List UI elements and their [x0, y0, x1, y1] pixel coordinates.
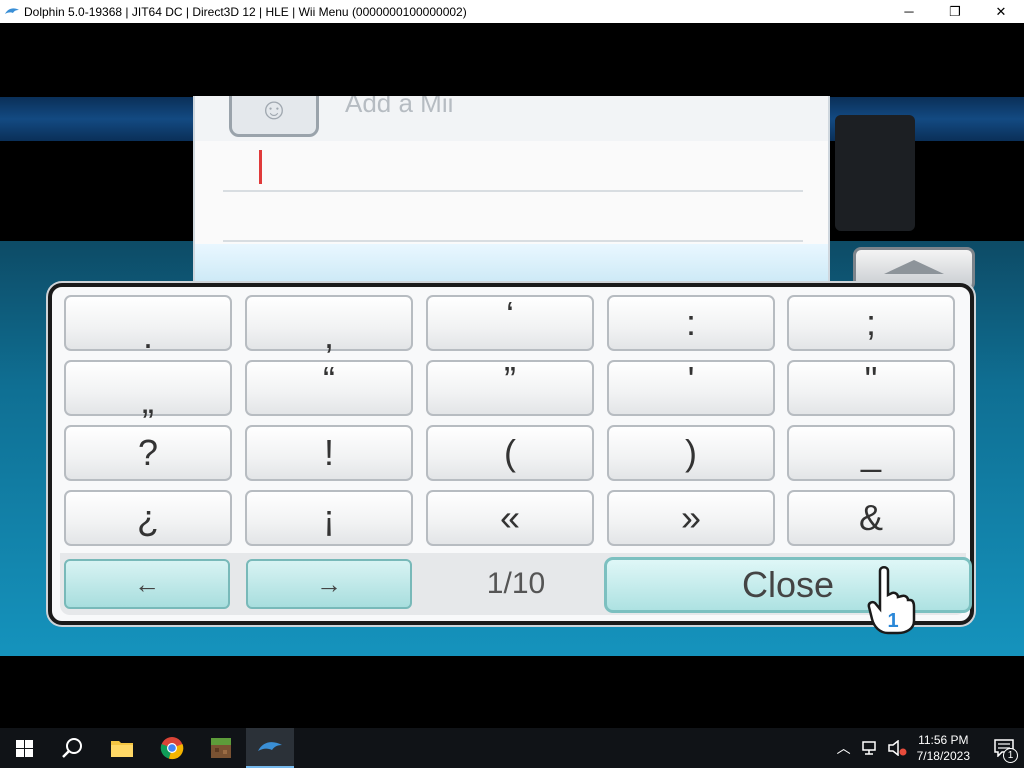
taskbar-file-explorer[interactable] — [98, 728, 146, 768]
text-cursor — [259, 150, 262, 184]
key-label: ; — [865, 302, 876, 343]
dolphin-icon — [258, 742, 282, 751]
key-label: : — [685, 302, 696, 343]
key-label: ¿ — [137, 497, 159, 538]
key[interactable]: ( — [426, 425, 594, 481]
key[interactable]: ¡ — [245, 490, 413, 546]
key-label: “ — [323, 359, 335, 400]
mii-entry-panel: ☺ Add a Mii — [193, 96, 830, 284]
system-tray: ︿ 11:56 PM 7/18/2023 1 — [837, 728, 1024, 768]
clock-time: 11:56 PM — [918, 733, 969, 747]
key[interactable]: & — [787, 490, 955, 546]
windows-logo-icon — [15, 739, 33, 757]
taskbar-minecraft[interactable] — [197, 728, 245, 768]
chrome-icon — [160, 737, 184, 760]
volume-muted-icon[interactable] — [887, 740, 907, 756]
player-number: 1 — [887, 610, 898, 632]
entry-divider — [223, 240, 803, 242]
key[interactable]: : — [607, 295, 775, 351]
key-label: " — [864, 359, 878, 400]
key[interactable]: ! — [245, 425, 413, 481]
previous-page-button[interactable]: ← — [64, 559, 230, 609]
key[interactable]: ; — [787, 295, 955, 351]
key-label: & — [858, 497, 883, 538]
start-button[interactable] — [0, 728, 48, 768]
key-label: _ — [860, 432, 882, 473]
taskbar-chrome[interactable] — [148, 728, 196, 768]
dolphin-app-icon — [5, 7, 19, 14]
key[interactable]: „ — [64, 360, 232, 421]
key[interactable]: ‘ — [426, 294, 594, 351]
clock[interactable]: 11:56 PM 7/18/2023 — [917, 732, 970, 764]
maximize-button[interactable]: ❐ — [932, 0, 978, 23]
search-button[interactable] — [48, 728, 96, 768]
key-label: . — [142, 315, 153, 356]
mii-header: ☺ Add a Mii — [195, 96, 828, 141]
key-label: , — [323, 315, 334, 356]
notification-count-badge: 1 — [1003, 748, 1018, 763]
keyboard-bottom-bar: ← → 1/10 Close — [60, 553, 972, 615]
key-label: ‘ — [506, 294, 514, 335]
text-entry-field[interactable] — [223, 146, 803, 192]
minecraft-icon — [211, 738, 231, 758]
side-panel — [835, 115, 915, 231]
symbol-keyboard: . , ‘ : ; „ “ ” ' " ? ! ( ) _ ¿ ¡ « » & … — [48, 283, 974, 625]
network-icon[interactable] — [861, 740, 879, 756]
close-window-button[interactable]: ✕ — [978, 0, 1024, 23]
key[interactable]: “ — [245, 359, 413, 416]
game-render-area[interactable]: ☺ Add a Mii . , ‘ : ; „ “ ” ' " ? ! ( ) … — [0, 23, 1024, 728]
window-title: Dolphin 5.0-19368 | JIT64 DC | Direct3D … — [24, 4, 467, 19]
key-label: ” — [504, 359, 516, 400]
next-page-button[interactable]: → — [246, 559, 412, 609]
mii-icon: ☺ — [229, 96, 319, 137]
key[interactable]: ' — [607, 359, 775, 416]
wii-pointer-hand-icon: 1 — [867, 566, 916, 635]
key-label: „ — [142, 380, 154, 421]
panel-footer — [195, 244, 828, 284]
key-label: ( — [504, 432, 516, 473]
key-label: » — [680, 497, 702, 538]
key[interactable]: « — [426, 490, 594, 546]
key-label: ! — [323, 432, 334, 473]
key[interactable]: ? — [64, 425, 232, 481]
minimize-button[interactable]: ─ — [886, 0, 932, 23]
up-arrow-icon — [884, 260, 944, 274]
key[interactable]: _ — [787, 425, 955, 481]
key-label: ? — [137, 432, 159, 473]
key[interactable]: " — [787, 359, 955, 416]
clock-date: 7/18/2023 — [916, 749, 970, 763]
search-icon — [62, 738, 82, 758]
key-label: ¡ — [323, 497, 335, 538]
page-indicator: 1/10 — [486, 567, 546, 600]
window-titlebar: Dolphin 5.0-19368 | JIT64 DC | Direct3D … — [0, 0, 1024, 23]
key[interactable]: . — [64, 295, 232, 356]
taskbar: ︿ 11:56 PM 7/18/2023 1 — [0, 728, 1024, 768]
chevron-up-icon[interactable]: ︿ — [837, 738, 851, 758]
key[interactable]: ” — [426, 359, 594, 416]
key-label: ' — [687, 359, 695, 400]
key[interactable]: ¿ — [64, 490, 232, 546]
mii-panel-title: Add a Mii — [345, 96, 454, 118]
taskbar-dolphin[interactable] — [246, 728, 294, 768]
key[interactable]: , — [245, 295, 413, 356]
action-center-button[interactable]: 1 — [984, 728, 1024, 768]
key[interactable]: » — [607, 490, 775, 546]
key-label: ) — [685, 432, 697, 473]
key[interactable]: ) — [607, 425, 775, 481]
key-label: « — [499, 497, 521, 538]
folder-icon — [111, 741, 133, 757]
close-keyboard-button[interactable]: Close — [604, 557, 972, 613]
